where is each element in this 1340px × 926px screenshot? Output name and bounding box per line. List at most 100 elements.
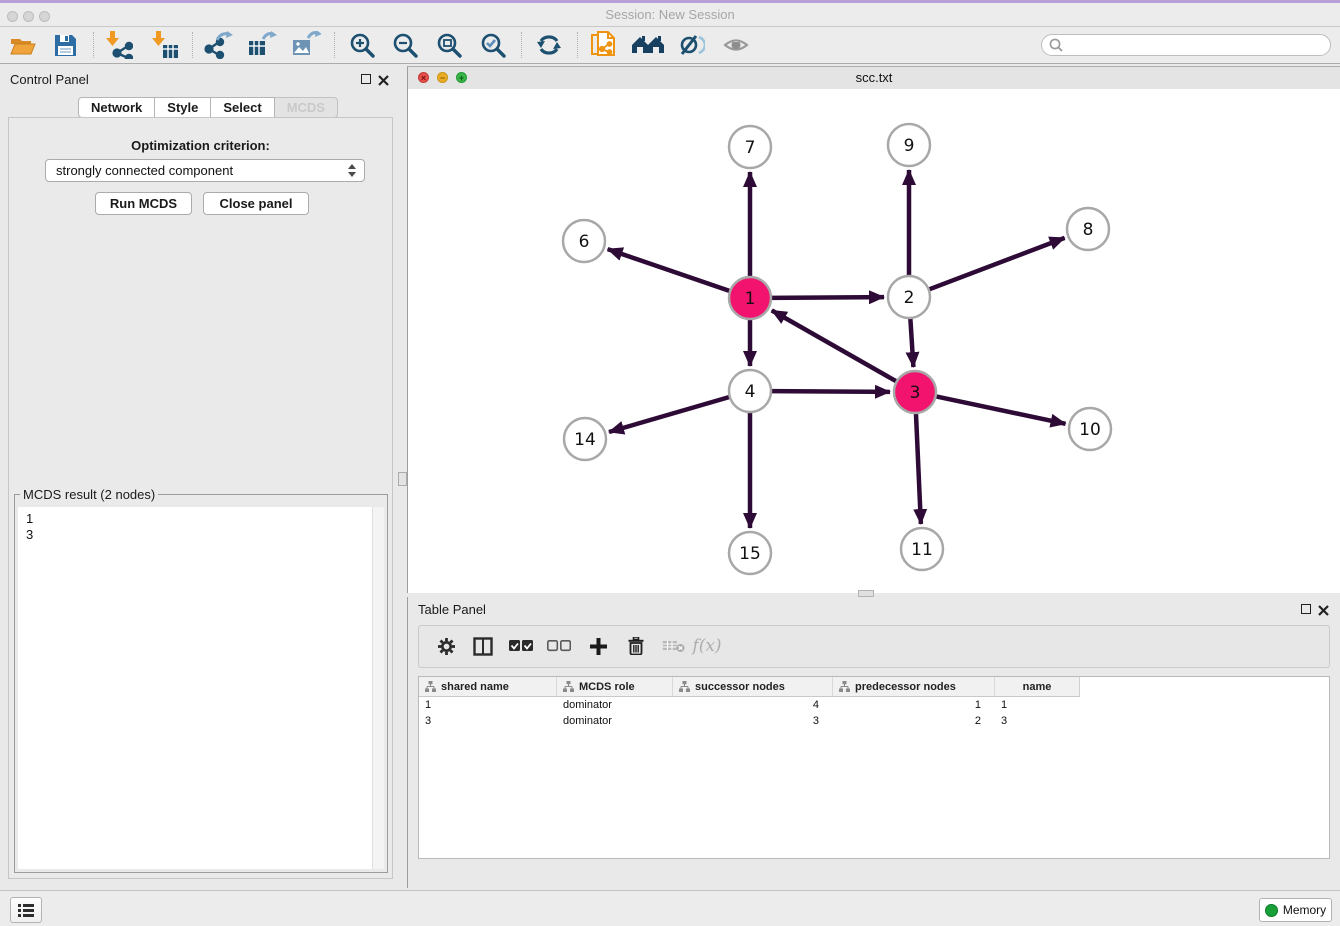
gear-icon [437,637,456,656]
graph-edge-4-3[interactable] [771,391,890,392]
float-table-panel-icon[interactable] [1301,604,1311,614]
app-titlebar: Session: New Session [0,3,1340,27]
graph-node-label-1: 1 [745,289,756,309]
graph-edge-3-1[interactable] [772,310,897,381]
criterion-dropdown[interactable]: strongly connected component [45,159,365,182]
zoom-fit-button[interactable] [432,30,466,60]
zoom-fit-icon [436,32,463,59]
columns-icon [473,637,493,656]
list-icon [18,903,34,917]
close-panel-icon[interactable] [378,73,389,91]
column-label: MCDS role [579,681,635,693]
graph-node-label-7: 7 [745,138,756,158]
search-icon [1048,37,1064,53]
zoom-selected-button[interactable] [476,30,510,60]
birds-eye-view-button[interactable] [719,30,753,60]
save-session-button[interactable] [48,30,82,60]
run-mcds-button[interactable]: Run MCDS [95,192,192,215]
network-canvas[interactable]: 1234678910111415 [408,89,1340,593]
zoom-out-button[interactable] [388,30,422,60]
search-field [1041,34,1331,56]
graph-node-label-6: 6 [579,232,590,252]
export-network-button[interactable] [201,30,235,60]
network-from-file-button[interactable] [587,30,621,60]
graph-node-label-3: 3 [910,383,921,403]
add-column-button[interactable] [582,631,614,661]
checked-boxes-icon [509,640,533,652]
graph-edge-2-3[interactable] [910,318,913,367]
float-panel-icon[interactable] [361,74,371,84]
memory-button[interactable]: Memory [1259,898,1332,922]
import-table-button[interactable] [148,30,182,60]
tab-style[interactable]: Style [155,97,211,118]
graph-edge-3-10[interactable] [936,396,1066,423]
graph-edge-2-8[interactable] [929,238,1065,290]
close-table-panel-icon[interactable] [1318,603,1329,621]
mcds-result-list[interactable]: 1 3 [18,507,384,869]
attribute-tree-icon [839,681,850,692]
cell-shared-name: 1 [419,699,557,711]
table-row-1[interactable]: 1dominator411 [419,697,1329,713]
tab-network[interactable]: Network [78,97,155,118]
panel-splitter-grip[interactable] [398,472,407,486]
mcds-result-box: MCDS result (2 nodes) 1 3 [14,494,388,873]
network-window-title: scc.txt [408,70,1340,85]
function-builder-button: f(x) [691,631,723,661]
control-panel-title: Control Panel [10,72,89,87]
control-panel-tabs: NetworkStyleSelectMCDS [78,97,338,118]
table-body: 1dominator4113dominator323 [419,697,1329,729]
column-header-predecessor-nodes[interactable]: predecessor nodes [833,677,995,696]
delete-column-icon [662,639,685,653]
export-image-button[interactable] [289,30,323,60]
delete-row-button[interactable] [620,631,652,661]
search-input[interactable] [1064,36,1322,54]
plus-icon [590,638,607,655]
zoom-in-button[interactable] [345,30,379,60]
select-all-rows-button[interactable] [505,631,537,661]
graph-edge-4-14[interactable] [609,397,730,432]
horizontal-splitter-grip[interactable] [858,590,874,597]
show-columns-button[interactable] [467,631,499,661]
control-panel: Control Panel NetworkStyleSelectMCDS Opt… [0,66,400,888]
toolbar-separator [93,32,94,58]
table-row-2[interactable]: 3dominator323 [419,713,1329,729]
memory-label: Memory [1283,903,1326,917]
trash-icon [628,637,644,655]
mcds-result-title: MCDS result (2 nodes) [20,487,158,502]
graph-edge-3-11[interactable] [916,413,921,524]
tab-select[interactable]: Select [211,97,274,118]
tab-mcds[interactable]: MCDS [275,97,338,118]
attribute-tree-icon [679,681,690,692]
cell-MCDS-role: dominator [557,699,673,711]
nested-networks-button[interactable] [631,30,665,60]
graph-node-label-10: 10 [1079,420,1101,440]
refresh-button[interactable] [532,30,566,60]
table-toolbar: f(x) [418,625,1330,668]
column-header-MCDS-role[interactable]: MCDS role [557,677,673,696]
graph-edge-1-2[interactable] [771,297,884,298]
column-header-successor-nodes[interactable]: successor nodes [673,677,833,696]
task-history-button[interactable] [10,897,42,923]
memory-status-icon [1265,904,1278,917]
column-label: successor nodes [695,681,785,693]
import-network-button[interactable] [102,30,136,60]
graphics-details-button[interactable] [675,30,709,60]
node-table: shared name MCDS role successor nodes prede… [418,676,1330,859]
close-panel-button[interactable]: Close panel [203,192,309,215]
graph-node-label-4: 4 [745,382,756,402]
table-header-row: shared name MCDS role successor nodes prede… [419,677,1080,697]
export-table-button[interactable] [245,30,279,60]
toolbar-separator [334,32,335,58]
import-network-icon [105,31,133,59]
open-session-button[interactable] [6,30,40,60]
export-table-icon [247,31,277,59]
column-header-name[interactable]: name [995,677,1079,696]
result-scrollbar[interactable] [372,507,384,869]
column-header-shared-name[interactable]: shared name [419,677,557,696]
delete-column-button [657,631,689,661]
attribute-tree-icon [563,681,574,692]
table-settings-button[interactable] [430,631,462,661]
graph-edge-1-6[interactable] [608,249,730,291]
network-view-window: × − + scc.txt 1234678910111415 [407,66,1340,593]
deselect-all-rows-button[interactable] [543,631,575,661]
